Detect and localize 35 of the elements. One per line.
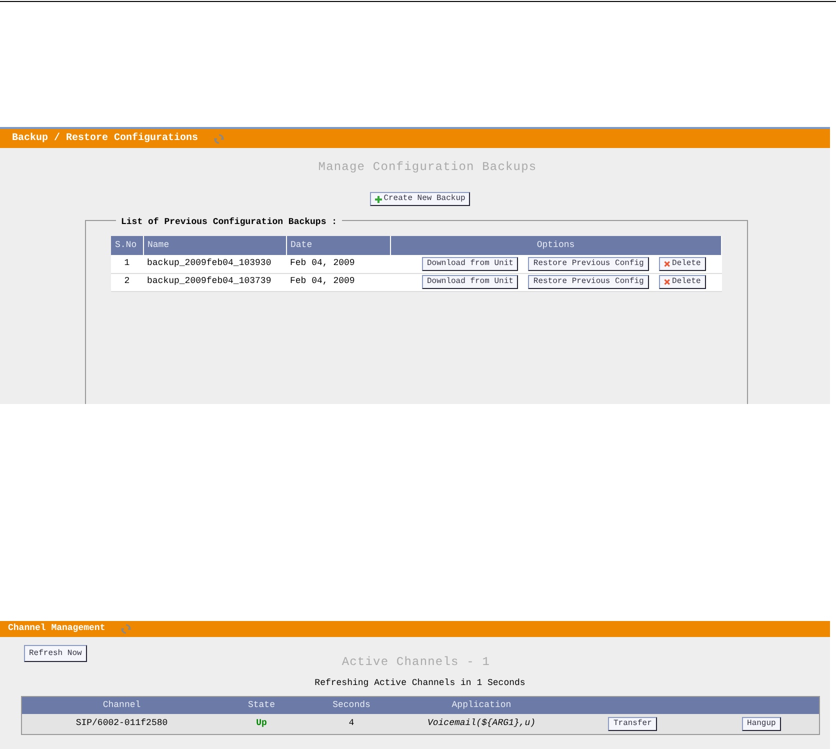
column-header: Seconds: [302, 696, 402, 714]
table-cell: 4: [302, 714, 402, 734]
download-button[interactable]: Download from Unit: [422, 256, 518, 271]
cross-icon: [664, 278, 670, 286]
table-cell: SIP/6002-011f2580: [22, 714, 222, 734]
plus-icon: [374, 196, 382, 202]
cross-icon: [664, 260, 670, 268]
table-cell: backup_2009feb04_103739: [143, 273, 286, 291]
column-header: Application: [402, 696, 562, 714]
page-heading: Active Channels - 1: [342, 654, 490, 671]
table-cell: backup_2009feb04_103930: [143, 255, 286, 273]
group-title: List of Previous Configuration Backups :: [121, 217, 338, 227]
create-backup-button[interactable]: Create New Backup: [370, 192, 470, 206]
page-heading: Manage Configuration Backups: [318, 159, 537, 176]
refresh-icon[interactable]: [121, 624, 132, 634]
delete-button[interactable]: Delete: [658, 256, 706, 271]
table-cell: Feb 04, 2009: [286, 273, 390, 291]
table-cell: Up: [222, 714, 302, 734]
delete-button[interactable]: Delete: [658, 275, 706, 289]
table-cell: 2: [111, 273, 143, 291]
hangup-button[interactable]: Hangup: [742, 716, 781, 731]
restore-button[interactable]: Restore Previous Config: [528, 275, 649, 289]
refresh-icon[interactable]: [214, 134, 224, 144]
download-button[interactable]: Download from Unit: [422, 275, 518, 289]
refresh-button[interactable]: Refresh Now: [24, 645, 87, 662]
table-cell: Feb 04, 2009: [286, 255, 390, 273]
column-header: Channel: [22, 696, 222, 714]
table-cell: 1: [111, 255, 143, 273]
column-header: State: [222, 696, 302, 714]
transfer-button[interactable]: Transfer: [608, 716, 657, 731]
panel-title: Backup / Restore Configurations: [12, 132, 198, 146]
panel-title: Channel Management: [8, 622, 106, 636]
refresh-note: Refreshing Active Channels in 1 Seconds: [314, 677, 526, 690]
table-cell: Voicemail(${ARG1},u): [402, 714, 562, 734]
restore-button[interactable]: Restore Previous Config: [528, 256, 649, 271]
